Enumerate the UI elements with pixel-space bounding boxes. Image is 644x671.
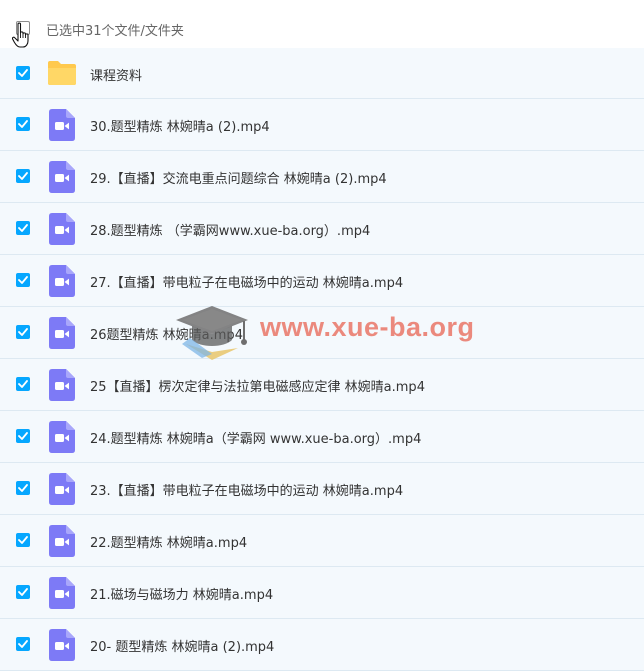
file-row[interactable]: 29.【直播】交流电重点问题综合 林婉晴a (2).mp4 xyxy=(0,151,644,203)
row-checkbox[interactable] xyxy=(16,221,30,235)
file-name[interactable]: 22.题型精炼 林婉晴a.mp4 xyxy=(90,532,247,551)
row-checkbox[interactable] xyxy=(16,325,30,339)
row-checkbox[interactable] xyxy=(16,429,30,443)
file-row[interactable]: 20- 题型精炼 林婉晴a (2).mp4 xyxy=(0,619,644,671)
file-row[interactable]: 30.题型精炼 林婉晴a (2).mp4 xyxy=(0,99,644,151)
file-name[interactable]: 24.题型精炼 林婉晴a（学霸网 www.xue-ba.org）.mp4 xyxy=(90,428,421,447)
file-name[interactable]: 27.【直播】带电粒子在电磁场中的运动 林婉晴a.mp4 xyxy=(90,272,403,291)
folder-row[interactable]: 课程资料 xyxy=(0,48,644,99)
video-file-icon xyxy=(49,525,75,561)
watermark: www.xue-ba.org xyxy=(170,300,474,364)
row-checkbox[interactable] xyxy=(16,481,30,495)
video-file-icon xyxy=(49,421,75,457)
video-file-icon xyxy=(49,629,75,665)
row-checkbox[interactable] xyxy=(16,169,30,183)
row-checkbox[interactable] xyxy=(16,117,30,131)
file-row[interactable]: 21.磁场与磁场力 林婉晴a.mp4 xyxy=(0,567,644,619)
folder-icon xyxy=(46,60,78,90)
row-checkbox[interactable] xyxy=(16,585,30,599)
video-file-icon xyxy=(49,577,75,613)
file-row[interactable]: 25【直播】楞次定律与法拉第电磁感应定律 林婉晴a.mp4 xyxy=(0,359,644,411)
file-row[interactable]: 24.题型精炼 林婉晴a（学霸网 www.xue-ba.org）.mp4 xyxy=(0,411,644,463)
row-checkbox[interactable] xyxy=(16,66,30,80)
file-name[interactable]: 20- 题型精炼 林婉晴a (2).mp4 xyxy=(90,636,274,655)
video-file-icon xyxy=(49,265,75,301)
file-row[interactable]: 28.题型精炼 （学霸网www.xue-ba.org）.mp4 xyxy=(0,203,644,255)
selection-header: 已选中31个文件/文件夹 xyxy=(0,0,644,48)
file-row[interactable]: 22.题型精炼 林婉晴a.mp4 xyxy=(0,515,644,567)
watermark-text: www.xue-ba.org xyxy=(260,312,475,342)
video-file-icon xyxy=(49,473,75,509)
row-checkbox[interactable] xyxy=(16,637,30,651)
file-name[interactable]: 25【直播】楞次定律与法拉第电磁感应定律 林婉晴a.mp4 xyxy=(90,376,425,395)
file-name[interactable]: 23.【直播】带电粒子在电磁场中的运动 林婉晴a.mp4 xyxy=(90,480,403,499)
video-file-icon xyxy=(49,109,75,145)
video-file-icon xyxy=(49,213,75,249)
selection-count-label: 已选中31个文件/文件夹 xyxy=(46,24,184,39)
row-checkbox[interactable] xyxy=(16,273,30,287)
file-name[interactable]: 29.【直播】交流电重点问题综合 林婉晴a (2).mp4 xyxy=(90,168,387,187)
file-name[interactable]: 28.题型精炼 （学霸网www.xue-ba.org）.mp4 xyxy=(90,220,370,239)
row-checkbox[interactable] xyxy=(16,533,30,547)
video-file-icon xyxy=(49,161,75,197)
graduation-cap-logo xyxy=(176,306,248,360)
video-file-icon xyxy=(49,317,75,353)
hand-cursor-icon xyxy=(12,22,29,48)
file-row[interactable]: 23.【直播】带电粒子在电磁场中的运动 林婉晴a.mp4 xyxy=(0,463,644,515)
file-name[interactable]: 21.磁场与磁场力 林婉晴a.mp4 xyxy=(90,584,273,603)
video-file-icon xyxy=(49,369,75,405)
row-checkbox[interactable] xyxy=(16,377,30,391)
file-name[interactable]: 30.题型精炼 林婉晴a (2).mp4 xyxy=(90,116,270,135)
file-name[interactable]: 课程资料 xyxy=(90,65,142,84)
